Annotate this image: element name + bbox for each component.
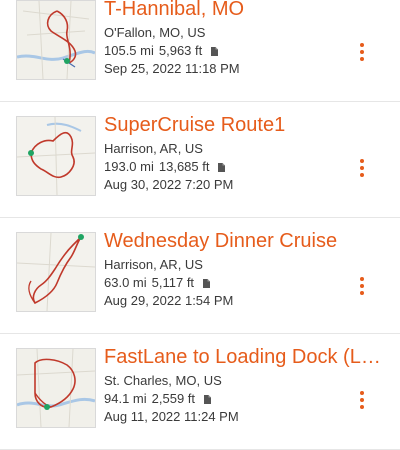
document-icon: [210, 47, 218, 56]
route-list-item[interactable]: FastLane to Loading Dock (L… St. Charles…: [0, 334, 400, 450]
more-options-button[interactable]: [350, 272, 374, 300]
route-distance: 193.0 mi: [104, 159, 154, 174]
route-list-item[interactable]: Wednesday Dinner Cruise Harrison, AR, US…: [0, 218, 400, 334]
route-list-item[interactable]: T-Hannibal, MO O'Fallon, MO, US 105.5 mi…: [0, 0, 400, 102]
route-title[interactable]: SuperCruise Route1: [104, 112, 384, 138]
route-location: St. Charles, MO, US: [104, 373, 222, 388]
route-distance: 94.1 mi: [104, 391, 147, 406]
route-map-thumbnail[interactable]: [16, 0, 96, 80]
more-vertical-icon: [360, 277, 364, 295]
more-vertical-icon: [360, 391, 364, 409]
route-map-thumbnail-graphic: [17, 349, 95, 427]
route-stats: 193.0 mi 13,685 ft: [104, 158, 226, 175]
route-title[interactable]: T-Hannibal, MO: [104, 0, 384, 22]
route-map-thumbnail-graphic: [17, 117, 95, 195]
more-options-button[interactable]: [350, 154, 374, 182]
route-distance: 105.5 mi: [104, 43, 154, 58]
route-list-item[interactable]: SuperCruise Route1 Harrison, AR, US 193.…: [0, 102, 400, 218]
route-location: Harrison, AR, US: [104, 257, 203, 272]
more-options-button[interactable]: [350, 386, 374, 414]
route-date: Aug 29, 2022 1:54 PM: [104, 293, 234, 308]
document-icon: [202, 279, 210, 288]
more-options-button[interactable]: [350, 38, 374, 66]
route-list: T-Hannibal, MO O'Fallon, MO, US 105.5 mi…: [0, 0, 400, 450]
route-title[interactable]: FastLane to Loading Dock (L…: [104, 344, 384, 370]
route-location: O'Fallon, MO, US: [104, 25, 206, 40]
route-stats: 63.0 mi 5,117 ft: [104, 274, 210, 291]
route-location: Harrison, AR, US: [104, 141, 203, 156]
route-distance: 63.0 mi: [104, 275, 147, 290]
route-map-thumbnail-graphic: [17, 233, 95, 311]
route-elevation: 2,559 ft: [151, 391, 196, 406]
route-elevation: 5,963 ft: [158, 43, 203, 58]
route-map-thumbnail[interactable]: [16, 116, 96, 196]
route-stats: 94.1 mi 2,559 ft: [104, 390, 211, 407]
route-map-thumbnail[interactable]: [16, 348, 96, 428]
route-date: Sep 25, 2022 11:18 PM: [104, 61, 240, 76]
more-vertical-icon: [360, 159, 364, 177]
route-map-thumbnail-graphic: [17, 1, 95, 79]
route-map-thumbnail[interactable]: [16, 232, 96, 312]
document-icon: [218, 163, 226, 172]
route-date: Aug 11, 2022 11:24 PM: [104, 409, 239, 424]
route-elevation: 5,117 ft: [151, 275, 195, 290]
route-title[interactable]: Wednesday Dinner Cruise: [104, 228, 384, 254]
route-elevation: 13,685 ft: [158, 159, 210, 174]
route-stats: 105.5 mi 5,963 ft: [104, 42, 218, 59]
route-date: Aug 30, 2022 7:20 PM: [104, 177, 234, 192]
more-vertical-icon: [360, 43, 364, 61]
